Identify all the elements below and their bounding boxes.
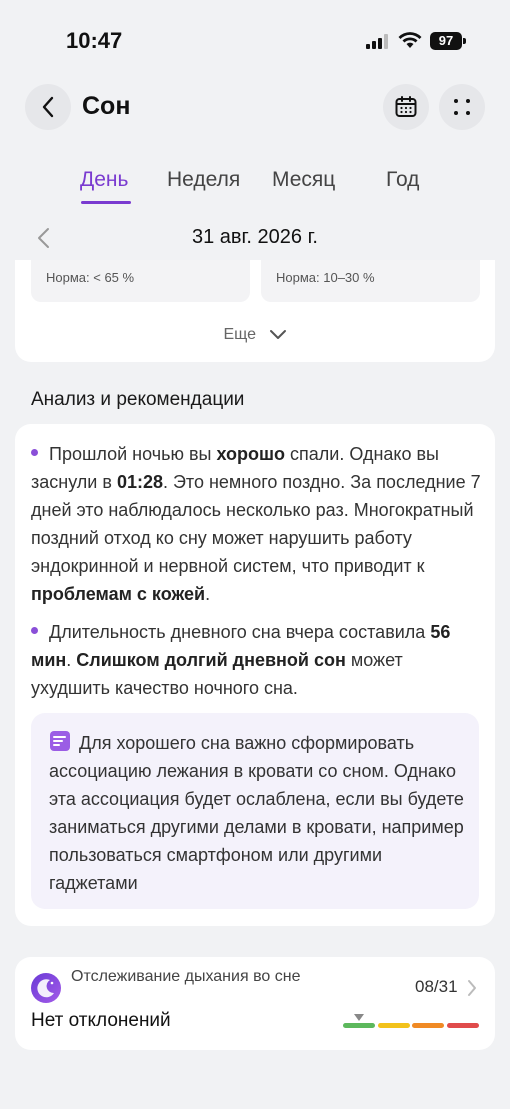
tab-week[interactable]: Неделя [167,168,240,192]
cellular-signal-icon [366,34,390,49]
analysis-paragraph-2: Длительность дневного сна вчера составил… [31,622,451,698]
back-button[interactable] [25,84,71,130]
four-dots-icon [454,99,470,115]
analysis-card: Прошлой ночью вы хорошо спали. Однако вы… [15,424,495,926]
wifi-icon [398,32,422,48]
analysis-section-title: Анализ и рекомендации [31,389,245,410]
period-tabs: День Неделя Месяц Год [0,168,510,208]
chevron-down-icon [269,330,286,340]
show-more-button[interactable]: Еще [15,326,495,344]
scale-segment-normal [343,1023,375,1028]
tab-month[interactable]: Месяц [272,168,335,192]
chevron-right-icon [468,980,476,996]
active-tab-indicator [81,201,131,204]
page-title: Сон [82,92,131,120]
bullet-dot [31,626,38,634]
breathing-tracking-card[interactable]: Отслеживание дыхания во сне 08/31 Нет от… [15,957,495,1050]
status-time: 10:47 [66,28,123,53]
breathing-title: Отслеживание дыхания во сне [71,968,301,985]
breathing-scale [343,1023,479,1028]
norm-box-right: Норма: 10–30 % [261,260,480,302]
sleep-stats-card: Норма: < 65 % Норма: 10–30 % Еще [15,260,495,362]
tab-day[interactable]: День [80,168,128,192]
scale-segment-mild [378,1023,410,1028]
tip-text: Для хорошего сна важно сформировать ассо… [49,729,469,897]
more-options-button[interactable] [439,84,485,130]
analysis-paragraph-1: Прошлой ночью вы хорошо спали. Однако вы… [31,444,481,604]
status-bar: 10:47 97 [0,0,510,80]
calendar-button[interactable] [383,84,429,130]
app-header: Сон [0,84,510,130]
scale-segment-severe [447,1023,479,1028]
note-icon [50,731,70,751]
norm-right-text: Норма: 10–30 % [276,270,375,285]
show-more-label: Еще [223,326,257,343]
battery-icon: 97 [430,32,466,50]
current-date: 31 авг. 2026 г. [192,226,318,248]
chevron-left-icon [42,96,54,118]
bullet-dot [31,448,38,456]
battery-level: 97 [430,32,462,50]
scale-marker-icon [354,1014,364,1021]
tab-year[interactable]: Год [386,168,419,192]
norm-left-text: Норма: < 65 % [46,270,135,285]
calendar-icon [395,96,417,117]
date-navigator: 31 авг. 2026 г. [0,222,510,254]
tip-box: Для хорошего сна важно сформировать ассо… [31,713,479,909]
breathing-moon-icon [31,973,61,1003]
scale-segment-moderate [412,1023,444,1028]
norm-box-left: Норма: < 65 % [31,260,250,302]
breathing-status: Нет отклонений [31,1010,171,1031]
breathing-date: 08/31 [415,977,458,996]
